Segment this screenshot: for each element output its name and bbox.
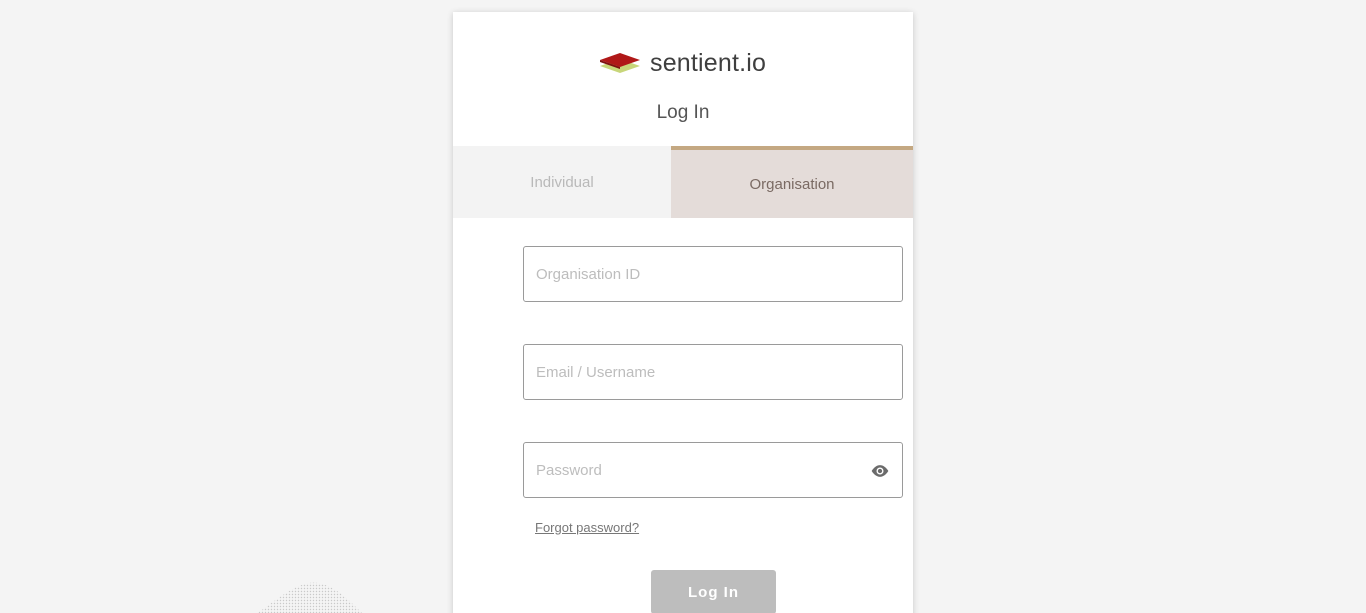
password-field [523,442,903,498]
email-input[interactable] [524,345,902,399]
decorative-wave-graphic [257,582,362,613]
tab-individual[interactable]: Individual [453,146,671,218]
brand: sentient.io [598,47,766,79]
forgot-password-link[interactable]: Forgot password? [535,520,639,535]
brand-name: sentient.io [650,48,767,77]
login-card: sentient.io Log In Individual Organisati… [453,12,913,613]
login-button[interactable]: Log In [651,570,776,613]
organisation-id-input[interactable] [524,247,902,301]
login-type-tabs: Individual Organisation [453,146,913,218]
login-page: sentient.io Log In Individual Organisati… [0,0,1366,613]
layered-diamond-logo-icon [600,53,640,73]
email-field [523,344,903,400]
tab-organisation[interactable]: Organisation [671,146,913,218]
page-title: Log In [656,102,710,123]
password-input[interactable] [524,443,902,497]
organisation-id-field [523,246,903,302]
eye-icon[interactable] [870,462,890,480]
